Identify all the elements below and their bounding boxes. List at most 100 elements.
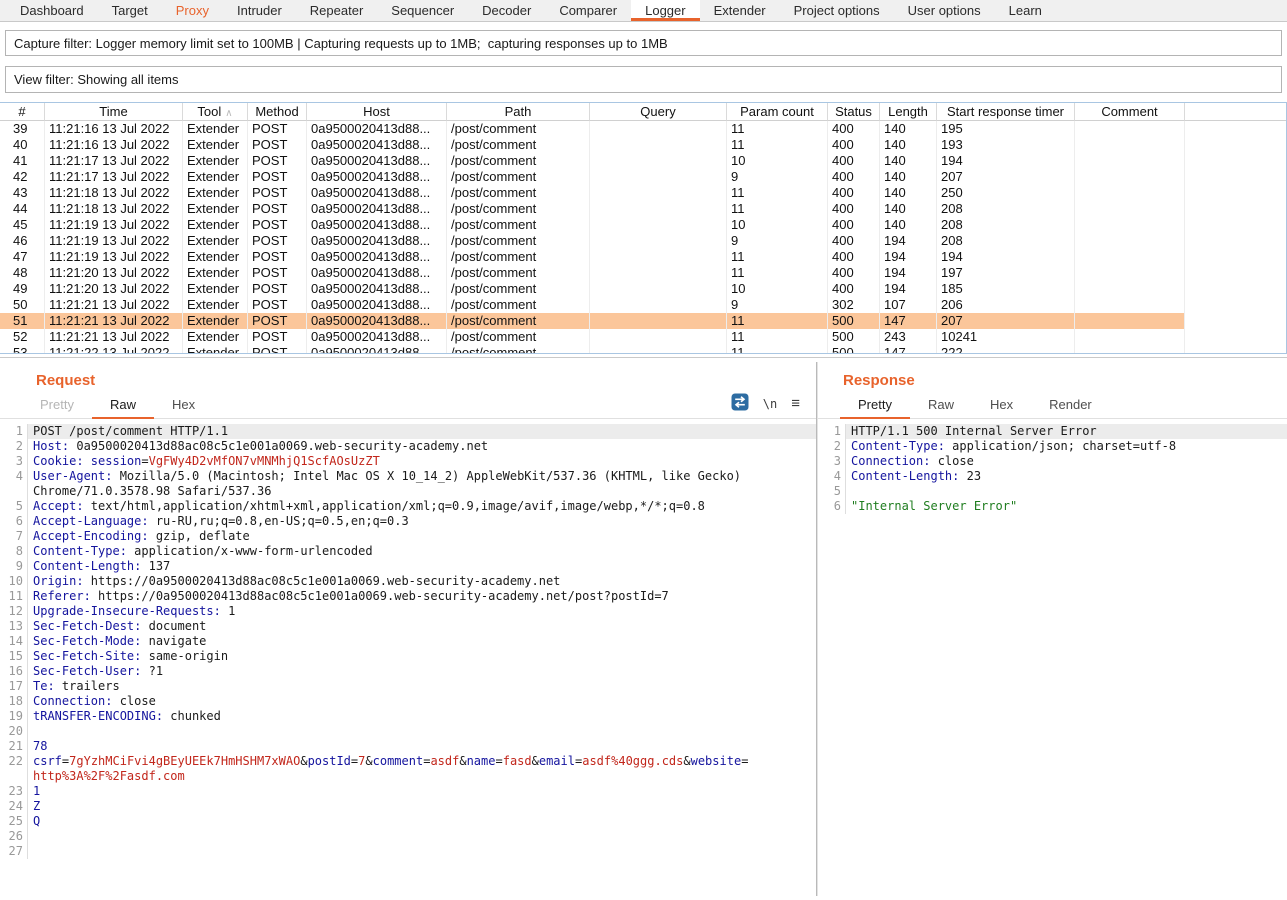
cell-tool[interactable]: Extender [183,297,248,313]
cell-num[interactable]: 50 [0,297,45,313]
cell-method[interactable]: POST [248,233,307,249]
request-line-26[interactable]: 26 [0,829,816,844]
cell-timer[interactable]: 222 [937,345,1075,353]
cell-host[interactable]: 0a9500020413d88... [307,169,447,185]
cell-query[interactable] [590,169,727,185]
cell-host[interactable]: 0a9500020413d88... [307,265,447,281]
cell-num[interactable]: 52 [0,329,45,345]
cell-param_count[interactable]: 10 [727,153,828,169]
column-header-length[interactable]: Length [880,103,937,121]
cell-path[interactable]: /post/comment [447,201,590,217]
cell-timer[interactable]: 193 [937,137,1075,153]
cell-path[interactable]: /post/comment [447,121,590,137]
cell-filler[interactable] [1185,281,1286,297]
cell-filler[interactable] [1185,345,1286,353]
log-row-50[interactable]: 5011:21:21 13 Jul 2022ExtenderPOST0a9500… [0,297,1286,313]
request-line-19[interactable]: 19tRANSFER-ENCODING: chunked [0,709,816,724]
request-line-23[interactable]: 231 [0,784,816,799]
cell-status[interactable]: 400 [828,169,880,185]
main-tab-extender[interactable]: Extender [700,0,780,21]
cell-path[interactable]: /post/comment [447,153,590,169]
cell-length[interactable]: 194 [880,281,937,297]
cell-param_count[interactable]: 11 [727,201,828,217]
cell-path[interactable]: /post/comment [447,345,590,353]
log-row-44[interactable]: 4411:21:18 13 Jul 2022ExtenderPOST0a9500… [0,201,1286,217]
request-line-2[interactable]: 2Host: 0a9500020413d88ac08c5c1e001a0069.… [0,439,816,454]
cell-num[interactable]: 49 [0,281,45,297]
cell-length[interactable]: 140 [880,201,937,217]
cell-method[interactable]: POST [248,313,307,329]
cell-timer[interactable]: 207 [937,169,1075,185]
log-row-48[interactable]: 4811:21:20 13 Jul 2022ExtenderPOST0a9500… [0,265,1286,281]
cell-host[interactable]: 0a9500020413d88... [307,121,447,137]
cell-filler[interactable] [1185,153,1286,169]
cell-host[interactable]: 0a9500020413d88... [307,329,447,345]
response-line-6[interactable]: 6"Internal Server Error" [818,499,1287,514]
cell-param_count[interactable]: 10 [727,217,828,233]
response-line-4[interactable]: 4Content-Length: 23 [818,469,1287,484]
cell-comment[interactable] [1075,281,1185,297]
cell-time[interactable]: 11:21:17 13 Jul 2022 [45,153,183,169]
cell-path[interactable]: /post/comment [447,217,590,233]
cell-method[interactable]: POST [248,185,307,201]
response-editor[interactable]: 1HTTP/1.1 500 Internal Server Error2Cont… [818,419,1287,514]
cell-time[interactable]: 11:21:20 13 Jul 2022 [45,265,183,281]
cell-status[interactable]: 302 [828,297,880,313]
main-tab-comparer[interactable]: Comparer [545,0,631,21]
cell-filler[interactable] [1185,185,1286,201]
cell-filler[interactable] [1185,265,1286,281]
request-line-17[interactable]: 17Te: trailers [0,679,816,694]
cell-comment[interactable] [1075,169,1185,185]
cell-path[interactable]: /post/comment [447,137,590,153]
response-line-5[interactable]: 5 [818,484,1287,499]
cell-time[interactable]: 11:21:21 13 Jul 2022 [45,297,183,313]
cell-param_count[interactable]: 11 [727,329,828,345]
cell-length[interactable]: 140 [880,185,937,201]
cell-num[interactable]: 42 [0,169,45,185]
cell-time[interactable]: 11:21:19 13 Jul 2022 [45,217,183,233]
cell-timer[interactable]: 208 [937,233,1075,249]
cell-time[interactable]: 11:21:21 13 Jul 2022 [45,329,183,345]
request-line-18[interactable]: 18Connection: close [0,694,816,709]
cell-length[interactable]: 243 [880,329,937,345]
cell-method[interactable]: POST [248,217,307,233]
cell-status[interactable]: 500 [828,313,880,329]
cell-status[interactable]: 400 [828,249,880,265]
cell-num[interactable]: 39 [0,121,45,137]
cell-tool[interactable]: Extender [183,265,248,281]
cell-num[interactable]: 48 [0,265,45,281]
cell-length[interactable]: 194 [880,265,937,281]
log-row-49[interactable]: 4911:21:20 13 Jul 2022ExtenderPOST0a9500… [0,281,1286,297]
log-row-43[interactable]: 4311:21:18 13 Jul 2022ExtenderPOST0a9500… [0,185,1286,201]
cell-param_count[interactable]: 10 [727,281,828,297]
cell-host[interactable]: 0a9500020413d88... [307,185,447,201]
cell-length[interactable]: 147 [880,345,937,353]
cell-length[interactable]: 140 [880,169,937,185]
log-row-45[interactable]: 4511:21:19 13 Jul 2022ExtenderPOST0a9500… [0,217,1286,233]
cell-comment[interactable] [1075,121,1185,137]
response-tab-pretty[interactable]: Pretty [840,397,910,419]
cell-comment[interactable] [1075,329,1185,345]
request-line-13[interactable]: 13Sec-Fetch-Dest: document [0,619,816,634]
cell-param_count[interactable]: 11 [727,137,828,153]
cell-filler[interactable] [1185,201,1286,217]
cell-status[interactable]: 400 [828,153,880,169]
capture-filter-bar[interactable]: Capture filter: Logger memory limit set … [5,30,1282,56]
request-line-27[interactable]: 27 [0,844,816,859]
cell-query[interactable] [590,345,727,353]
cell-time[interactable]: 11:21:19 13 Jul 2022 [45,233,183,249]
cell-comment[interactable] [1075,345,1185,353]
cell-query[interactable] [590,233,727,249]
cell-host[interactable]: 0a9500020413d88... [307,313,447,329]
cell-timer[interactable]: 250 [937,185,1075,201]
response-line-1[interactable]: 1HTTP/1.1 500 Internal Server Error [818,424,1287,439]
cell-num[interactable]: 51 [0,313,45,329]
cell-length[interactable]: 140 [880,217,937,233]
cell-comment[interactable] [1075,185,1185,201]
request-line-12[interactable]: 12Upgrade-Insecure-Requests: 1 [0,604,816,619]
cell-tool[interactable]: Extender [183,217,248,233]
cell-status[interactable]: 500 [828,345,880,353]
cell-timer[interactable]: 206 [937,297,1075,313]
request-line-21[interactable]: 2178 [0,739,816,754]
log-row-39[interactable]: 3911:21:16 13 Jul 2022ExtenderPOST0a9500… [0,121,1286,137]
